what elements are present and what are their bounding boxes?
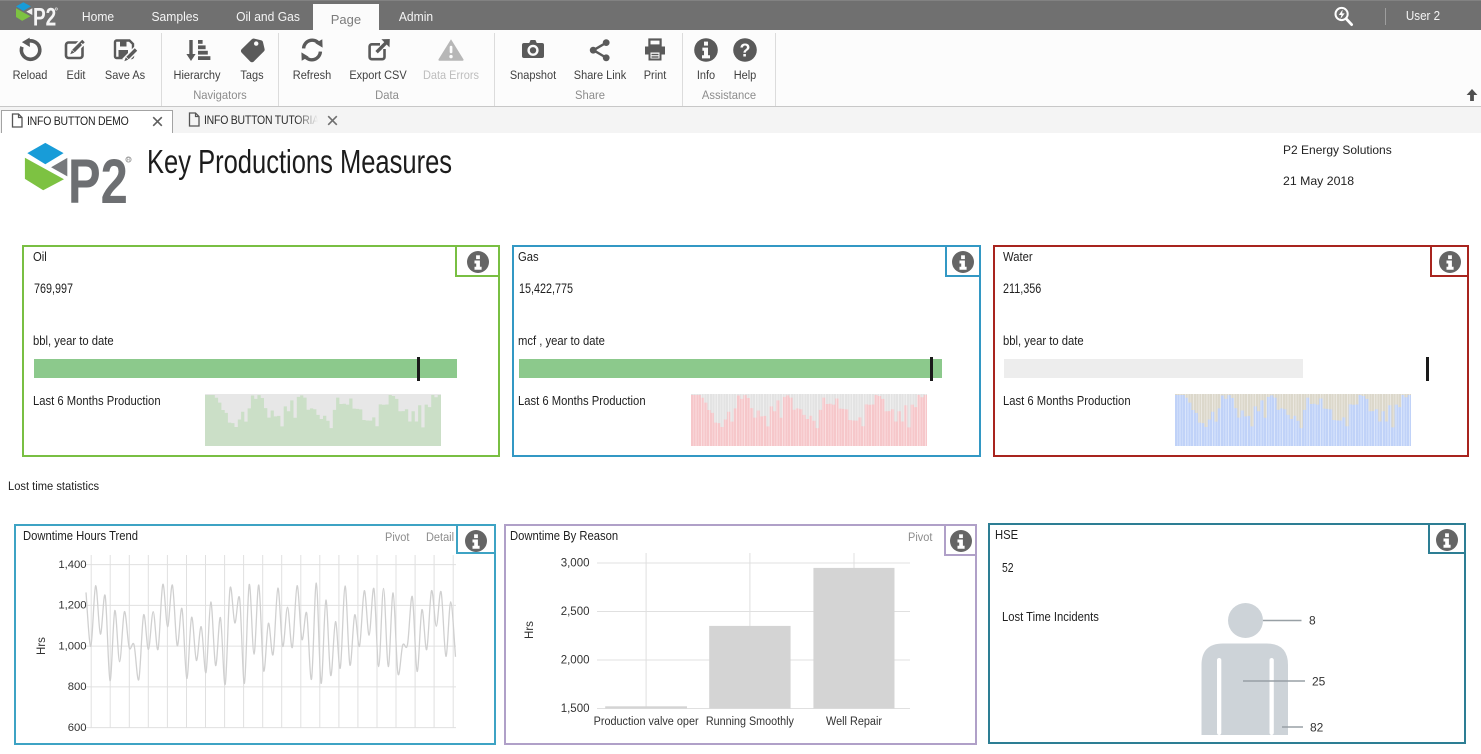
- svg-text:R: R: [127, 157, 131, 163]
- svg-text:1,500: 1,500: [561, 703, 590, 715]
- svg-text:600: 600: [68, 722, 87, 734]
- svg-text:8: 8: [1309, 614, 1316, 628]
- svg-text:Production valve oper: Production valve oper: [594, 716, 699, 728]
- svg-text:1,200: 1,200: [58, 600, 86, 612]
- svg-text:1,000: 1,000: [58, 641, 86, 653]
- svg-text:Well Repair: Well Repair: [826, 716, 882, 728]
- svg-text:2,000: 2,000: [561, 654, 590, 666]
- svg-text:?: ?: [740, 40, 751, 60]
- svg-text:800: 800: [68, 681, 87, 693]
- svg-text:Hrs: Hrs: [36, 637, 48, 655]
- svg-text:25: 25: [1312, 675, 1326, 689]
- svg-text:P2: P2: [68, 147, 128, 205]
- svg-text:1,400: 1,400: [58, 559, 86, 571]
- svg-text:2,500: 2,500: [561, 606, 590, 618]
- svg-text:Running Smoothly: Running Smoothly: [706, 716, 794, 728]
- svg-text:3,000: 3,000: [561, 557, 590, 569]
- svg-text:Hrs: Hrs: [524, 621, 536, 639]
- svg-text:P2: P2: [33, 3, 56, 28]
- svg-text:82: 82: [1310, 721, 1324, 735]
